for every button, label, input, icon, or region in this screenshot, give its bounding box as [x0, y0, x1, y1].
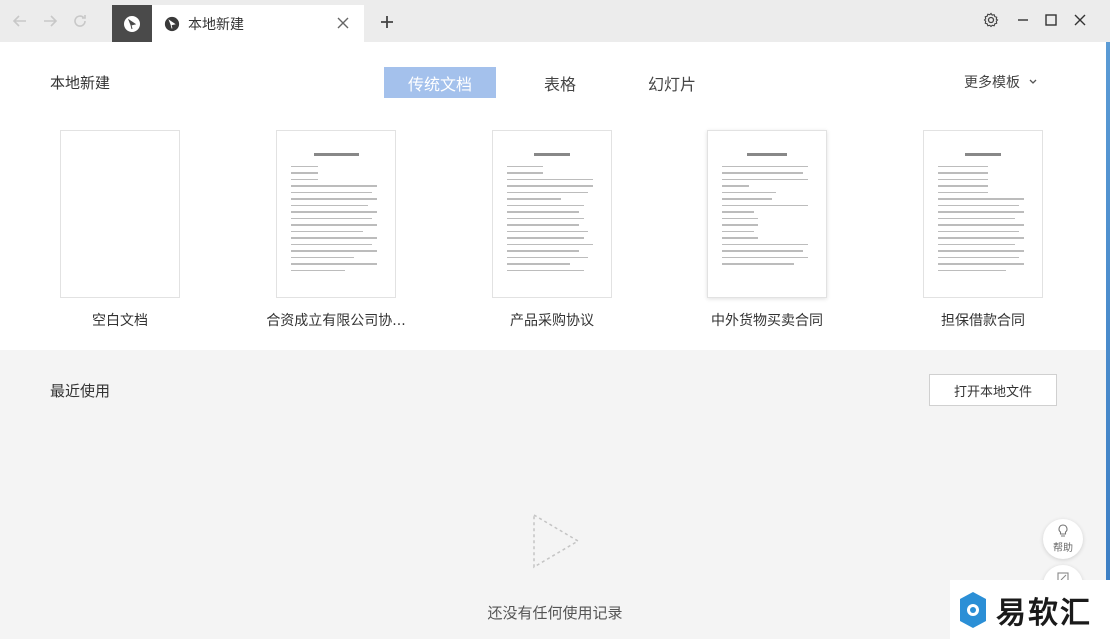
- arrow-left-icon: [12, 15, 26, 27]
- template-thumbnail: [492, 130, 612, 298]
- home-tab[interactable]: [112, 5, 152, 42]
- more-templates-dropdown[interactable]: 更多模板: [964, 72, 1038, 92]
- minimize-button[interactable]: [1012, 9, 1034, 31]
- plus-icon: [381, 16, 393, 28]
- template-thumbnail: [923, 130, 1043, 298]
- empty-state-text: 还没有任何使用记录: [487, 604, 623, 622]
- watermark: 易软汇: [950, 580, 1110, 639]
- tab-local-new[interactable]: 本地新建: [152, 5, 364, 42]
- back-button[interactable]: [8, 9, 32, 33]
- tab-close-button[interactable]: [334, 14, 352, 32]
- refresh-icon: [74, 15, 86, 27]
- template-label: 空白文档: [92, 313, 148, 329]
- app-logo-icon: [164, 16, 180, 31]
- template-joint-venture[interactable]: 合资成立有限公司协...: [236, 130, 436, 330]
- lightbulb-icon: [1058, 524, 1068, 537]
- template-thumbnail: [707, 130, 827, 298]
- new-tab-button[interactable]: [376, 11, 398, 33]
- close-window-button[interactable]: [1069, 9, 1091, 31]
- template-thumbnail: [276, 130, 396, 298]
- tab-spreadsheet[interactable]: 表格: [520, 67, 600, 98]
- desktop-edge: [1106, 42, 1110, 582]
- template-thumbnail: [60, 130, 180, 298]
- template-label: 担保借款合同: [941, 313, 1025, 329]
- template-blank[interactable]: 空白文档: [20, 130, 220, 330]
- watermark-text: 易软汇: [996, 595, 1092, 631]
- close-icon: [1074, 14, 1086, 26]
- template-guarantee-loan[interactable]: 担保借款合同: [883, 130, 1083, 330]
- help-label: 帮助: [1053, 543, 1073, 554]
- template-label: 合资成立有限公司协...: [266, 313, 406, 329]
- tab-slides[interactable]: 幻灯片: [632, 67, 712, 98]
- title-bar: 本地新建: [0, 0, 1110, 42]
- settings-button[interactable]: [980, 9, 1002, 31]
- tab-title: 本地新建: [188, 16, 244, 33]
- local-new-panel: 本地新建 传统文档 表格 幻灯片 更多模板 空白文档 合资成立有限公司协...: [0, 42, 1110, 350]
- more-templates-label: 更多模板: [964, 75, 1020, 91]
- watermark-logo-icon: [960, 591, 986, 628]
- recent-title: 最近使用: [50, 382, 111, 400]
- gear-icon: [983, 12, 999, 28]
- refresh-button[interactable]: [68, 9, 92, 33]
- template-sino-foreign-sales[interactable]: 中外货物买卖合同: [667, 130, 867, 330]
- template-label: 中外货物买卖合同: [711, 313, 823, 329]
- page-title: 本地新建: [50, 74, 111, 92]
- arrow-right-icon: [44, 15, 58, 27]
- chevron-down-icon: [1029, 79, 1037, 84]
- forward-button[interactable]: [38, 9, 62, 33]
- maximize-button[interactable]: [1040, 9, 1062, 31]
- close-icon: [337, 17, 349, 29]
- template-product-procurement[interactable]: 产品采购协议: [452, 130, 652, 330]
- maximize-icon: [1045, 14, 1057, 26]
- help-button[interactable]: 帮助: [1043, 519, 1083, 559]
- play-outline-icon: [533, 513, 580, 569]
- app-logo-icon: [124, 15, 140, 32]
- template-label: 产品采购协议: [510, 313, 594, 329]
- open-local-file-button[interactable]: 打开本地文件: [929, 374, 1057, 406]
- tab-traditional-doc[interactable]: 传统文档: [384, 67, 496, 98]
- minimize-icon: [1018, 19, 1028, 21]
